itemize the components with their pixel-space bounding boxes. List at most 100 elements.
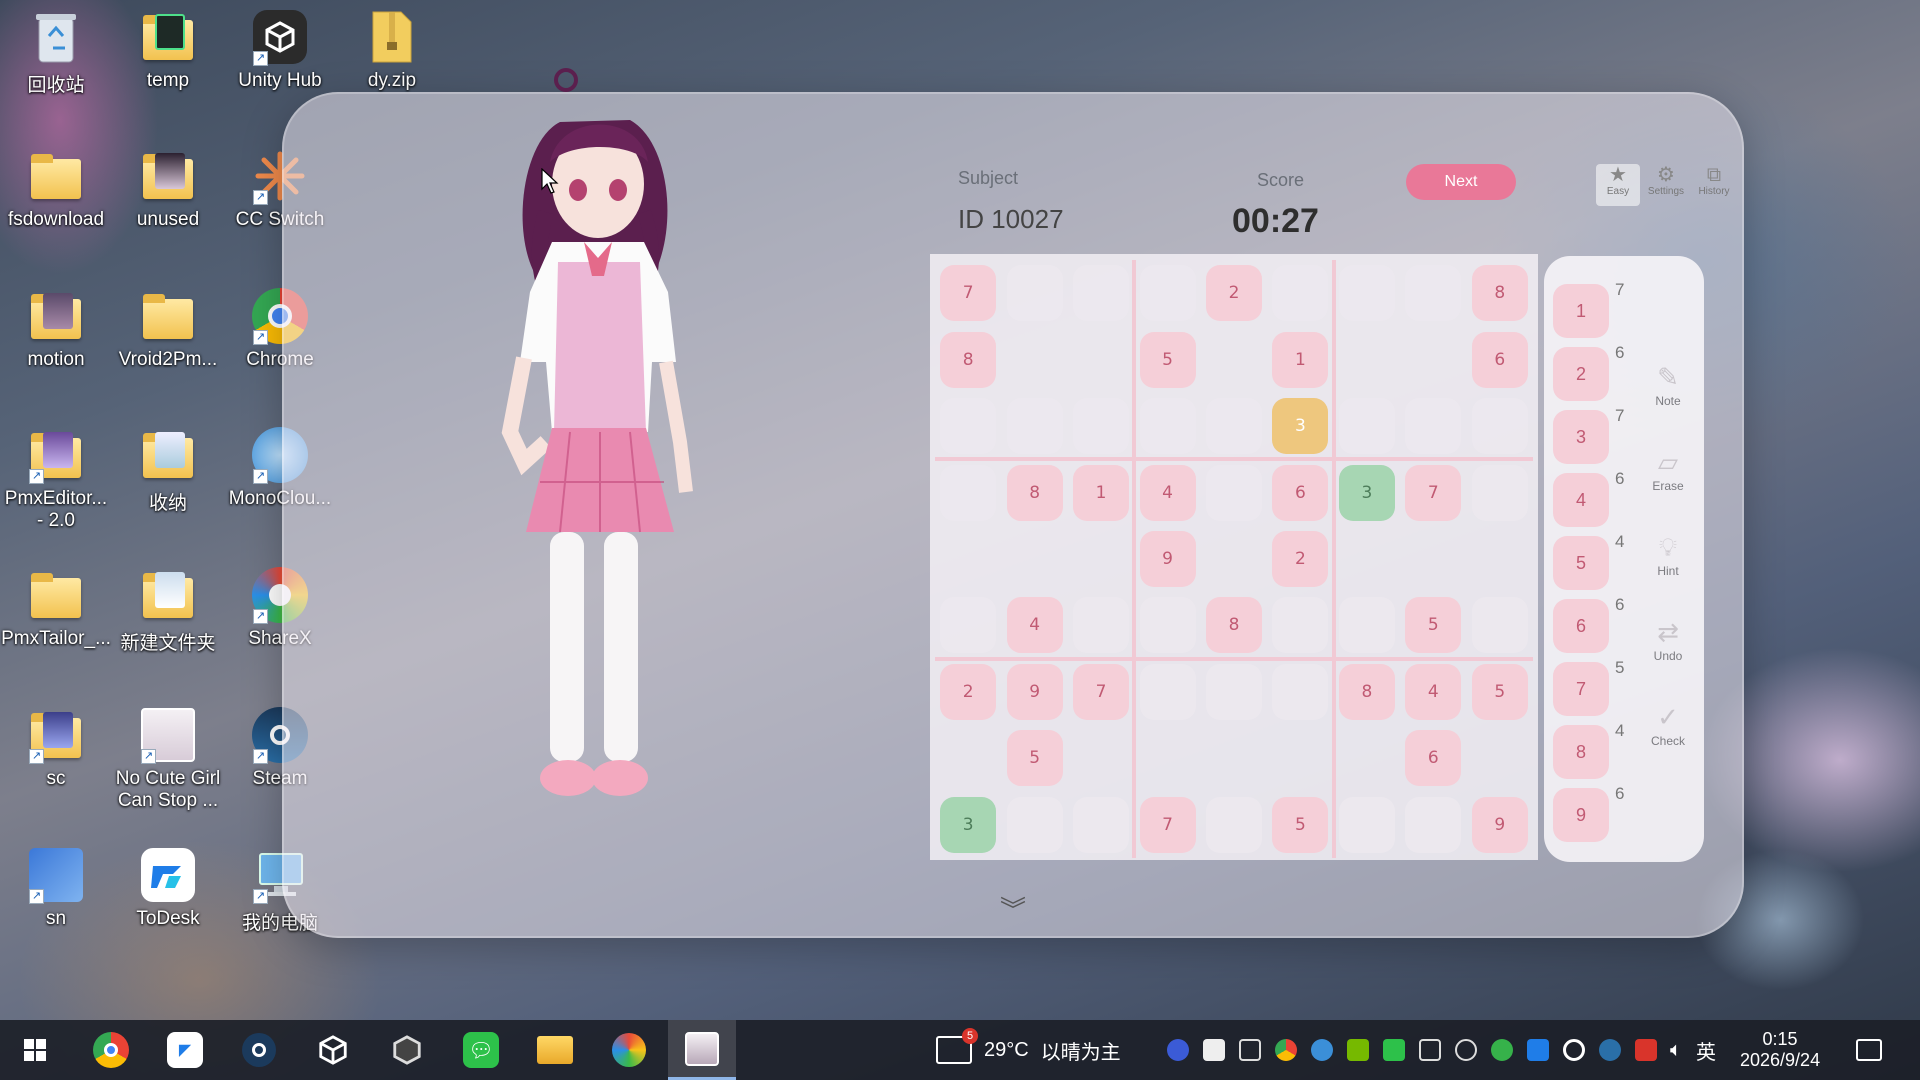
obs-icon[interactable] — [1563, 1039, 1585, 1061]
desktop-icon-unused[interactable]: unused — [114, 145, 222, 265]
desktop-icon-motion[interactable]: motion — [2, 285, 110, 405]
sudoku-cell[interactable]: 7 — [935, 260, 1001, 326]
sudoku-cell[interactable]: 5 — [1467, 659, 1533, 725]
network-device-icon[interactable] — [1419, 1039, 1441, 1061]
sudoku-cell[interactable] — [1467, 592, 1533, 658]
desktop-icon-pmxeditor[interactable]: ↗ PmxEditor... - 2.0 — [2, 424, 110, 544]
volume-icon[interactable]: 🔈︎ — [1670, 1039, 1682, 1062]
sudoku-cell[interactable] — [1334, 526, 1400, 592]
sudoku-cell[interactable] — [1068, 792, 1134, 858]
weather-widget[interactable]: 5 29°C 以晴为主 — [936, 1020, 1121, 1080]
desktop-icon-new-folder[interactable]: 新建文件夹 — [114, 564, 222, 684]
taskbar-chrome[interactable] — [80, 1020, 142, 1080]
sudoku-cell[interactable]: 6 — [1467, 326, 1533, 392]
sudoku-cell[interactable] — [1134, 260, 1200, 326]
sudoku-cell[interactable] — [1001, 326, 1067, 392]
sudoku-cell[interactable] — [1068, 260, 1134, 326]
taskbar-unity[interactable] — [376, 1020, 438, 1080]
sudoku-cell[interactable] — [1068, 725, 1134, 791]
number-pad-button[interactable]: 26 — [1553, 343, 1633, 401]
number-pad-button[interactable]: 17 — [1553, 280, 1633, 338]
sudoku-cell[interactable]: 8 — [1467, 260, 1533, 326]
wechat-tray-icon[interactable] — [1383, 1039, 1405, 1061]
ea-icon[interactable] — [1167, 1039, 1189, 1061]
taskbar-file-explorer[interactable] — [524, 1020, 586, 1080]
taskbar-todesk[interactable]: ◤ — [154, 1020, 216, 1080]
erase-tool[interactable]: ▱ Erase — [1636, 445, 1700, 493]
taskbar-sharex[interactable] — [598, 1020, 660, 1080]
clock[interactable]: 0:15 2026/9/24 — [1740, 1020, 1820, 1080]
sudoku-cell[interactable] — [1400, 526, 1466, 592]
sudoku-cell[interactable]: 8 — [935, 326, 1001, 392]
sudoku-cell[interactable]: 5 — [1400, 592, 1466, 658]
desktop-icon-recycle-bin[interactable]: 回收站 — [2, 6, 110, 126]
sudoku-cell[interactable]: 7 — [1134, 792, 1200, 858]
sudoku-cell[interactable] — [1267, 260, 1333, 326]
number-pad-button[interactable]: 75 — [1553, 658, 1633, 716]
collapse-chevron-icon[interactable]: ︾ — [1000, 897, 1026, 923]
sudoku-cell[interactable] — [1334, 725, 1400, 791]
sudoku-cell[interactable]: 9 — [1467, 792, 1533, 858]
sudoku-cell[interactable]: 3 — [1267, 393, 1333, 459]
sudoku-cell[interactable]: 6 — [1267, 459, 1333, 525]
screenshot-icon[interactable] — [1239, 1039, 1261, 1061]
sudoku-cell[interactable] — [935, 393, 1001, 459]
sudoku-cell[interactable] — [1467, 526, 1533, 592]
taskbar-unity-hub[interactable] — [302, 1020, 364, 1080]
desktop-icon-sn[interactable]: ↗ sn — [2, 844, 110, 964]
sudoku-cell[interactable] — [1267, 725, 1333, 791]
desktop-icon-fsdownload[interactable]: fsdownload — [2, 145, 110, 265]
sudoku-cell[interactable] — [935, 459, 1001, 525]
sudoku-cell[interactable] — [1467, 725, 1533, 791]
nvidia-icon[interactable] — [1347, 1039, 1369, 1061]
hint-tool[interactable]: 💡︎ Hint — [1636, 530, 1700, 578]
number-pad-button[interactable]: 46 — [1553, 469, 1633, 527]
sudoku-cell[interactable] — [1201, 725, 1267, 791]
sudoku-cell[interactable] — [1201, 792, 1267, 858]
sudoku-cell[interactable] — [1134, 725, 1200, 791]
sudoku-cell[interactable] — [935, 592, 1001, 658]
unity-tray-icon[interactable] — [1455, 1039, 1477, 1061]
desktop-icon-vroid2pmx[interactable]: Vroid2Pm... — [114, 285, 222, 405]
steam-tray-icon[interactable] — [1599, 1039, 1621, 1061]
sudoku-cell[interactable]: 5 — [1001, 725, 1067, 791]
next-button[interactable]: Next — [1406, 164, 1516, 200]
sudoku-cell[interactable]: 2 — [935, 659, 1001, 725]
sudoku-cell[interactable]: 1 — [1068, 459, 1134, 525]
desktop-icon-pmxtailor[interactable]: PmxTailor_... — [1, 564, 111, 684]
sudoku-cell[interactable] — [1467, 393, 1533, 459]
sudoku-cell[interactable] — [1068, 393, 1134, 459]
sudoku-cell[interactable]: 4 — [1134, 459, 1200, 525]
number-pad-button[interactable]: 54 — [1553, 532, 1633, 590]
xbox-icon[interactable] — [1491, 1039, 1513, 1061]
sudoku-cell[interactable] — [1068, 526, 1134, 592]
sudoku-cell[interactable]: 8 — [1001, 459, 1067, 525]
start-button[interactable] — [4, 1020, 66, 1080]
number-pad-button[interactable]: 37 — [1553, 406, 1633, 464]
sudoku-cell[interactable] — [1467, 459, 1533, 525]
sudoku-cell[interactable]: 3 — [935, 792, 1001, 858]
sudoku-cell[interactable] — [1400, 393, 1466, 459]
sudoku-cell[interactable] — [1068, 326, 1134, 392]
taskbar-sudoku-game[interactable] — [668, 1020, 736, 1080]
sudoku-cell[interactable] — [1400, 260, 1466, 326]
sudoku-cell[interactable] — [1400, 792, 1466, 858]
sudoku-cell[interactable] — [1201, 459, 1267, 525]
sudoku-cell[interactable] — [1001, 393, 1067, 459]
desktop-icon-storage[interactable]: 收纳 — [114, 424, 222, 544]
check-tool[interactable]: ✓ Check — [1636, 700, 1700, 748]
sudoku-cell[interactable] — [1134, 592, 1200, 658]
taskbar-wechat[interactable]: 💬︎ — [450, 1020, 512, 1080]
desktop-icon-temp[interactable]: temp — [114, 6, 222, 126]
sudoku-cell[interactable]: 7 — [1400, 459, 1466, 525]
sudoku-cell[interactable] — [1134, 659, 1200, 725]
sudoku-cell[interactable]: 8 — [1334, 659, 1400, 725]
notification-button[interactable] — [1856, 1020, 1882, 1080]
sudoku-cell[interactable]: 7 — [1068, 659, 1134, 725]
history-button[interactable]: ⧉ History — [1692, 164, 1736, 206]
sudoku-cell[interactable] — [1201, 526, 1267, 592]
number-pad-button[interactable]: 84 — [1553, 721, 1633, 779]
todesk-tray-icon[interactable] — [1527, 1039, 1549, 1061]
sudoku-cell[interactable]: 1 — [1267, 326, 1333, 392]
desktop-icon-no-cute-girl[interactable]: ↗ No Cute Girl Can Stop ... — [114, 704, 222, 824]
